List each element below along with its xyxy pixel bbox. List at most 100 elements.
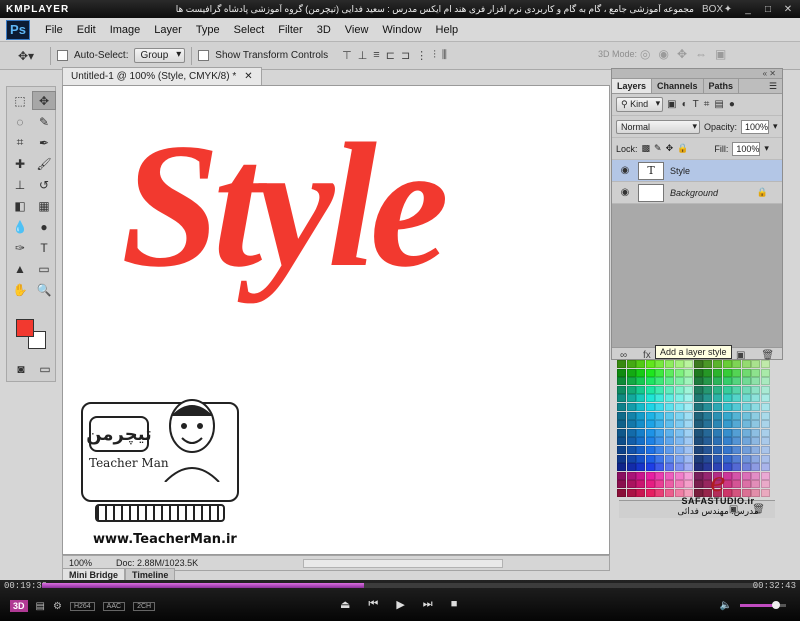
- color-swatch[interactable]: [674, 437, 684, 446]
- color-swatch[interactable]: [693, 368, 703, 377]
- color-swatch[interactable]: [693, 454, 703, 463]
- fill-input[interactable]: 100%: [732, 141, 761, 156]
- layer-row-style[interactable]: ◉ T Style: [612, 160, 782, 182]
- color-swatch[interactable]: [636, 428, 646, 437]
- color-swatch[interactable]: [703, 377, 713, 386]
- color-swatch[interactable]: [617, 368, 626, 377]
- color-swatch[interactable]: [761, 385, 770, 394]
- color-swatch[interactable]: [761, 420, 770, 429]
- color-swatch[interactable]: [732, 437, 742, 446]
- menu-help[interactable]: Help: [429, 24, 466, 36]
- document-tab[interactable]: Untitled-1 @ 100% (Style, CMYK/8) * ✕: [62, 67, 262, 85]
- auto-select-dropdown[interactable]: Group: [134, 48, 186, 63]
- color-swatch[interactable]: [655, 368, 665, 377]
- align-bottom-icon[interactable]: ≡: [373, 49, 379, 62]
- filter-smart-icon[interactable]: ▤: [714, 99, 723, 110]
- show-transform-checkbox[interactable]: [198, 50, 210, 61]
- color-swatch[interactable]: [665, 428, 674, 437]
- color-swatch[interactable]: [722, 403, 732, 411]
- color-swatch[interactable]: [732, 385, 742, 394]
- color-swatch[interactable]: [722, 411, 732, 420]
- brush-tool-icon[interactable]: 🖌: [32, 154, 56, 173]
- 3d-button[interactable]: 3D: [10, 600, 28, 612]
- path-select-tool-icon[interactable]: ▲: [8, 259, 32, 278]
- color-swatch[interactable]: [645, 385, 655, 394]
- color-swatch[interactable]: [674, 446, 684, 454]
- distribute-h-icon[interactable]: ⫼: [442, 49, 447, 62]
- color-swatch[interactable]: [636, 420, 646, 429]
- color-swatch[interactable]: [722, 437, 732, 446]
- menu-edit[interactable]: Edit: [70, 24, 103, 36]
- color-swatch[interactable]: [751, 368, 761, 377]
- hand-tool-icon[interactable]: ✋: [8, 280, 32, 299]
- filter-toggle-icon[interactable]: ●: [729, 99, 735, 110]
- color-swatch[interactable]: [674, 385, 684, 394]
- close-document-icon[interactable]: ✕: [244, 71, 252, 82]
- color-swatch[interactable]: [722, 454, 732, 463]
- color-swatch[interactable]: [655, 377, 665, 386]
- color-swatch[interactable]: [636, 437, 646, 446]
- color-swatch[interactable]: [636, 454, 646, 463]
- color-swatch[interactable]: [713, 411, 722, 420]
- color-swatch[interactable]: [732, 446, 742, 454]
- zoom-tool-icon[interactable]: 🔍: [32, 280, 56, 299]
- menu-layer[interactable]: Layer: [147, 24, 189, 36]
- color-swatch[interactable]: [722, 428, 732, 437]
- color-swatch[interactable]: [626, 377, 636, 386]
- color-swatch[interactable]: [741, 411, 751, 420]
- menu-select[interactable]: Select: [227, 24, 272, 36]
- stamp-tool-icon[interactable]: ⊥: [8, 175, 32, 194]
- crop-tool-icon[interactable]: ⌗: [8, 133, 32, 152]
- color-swatch[interactable]: [703, 437, 713, 446]
- minimize-icon[interactable]: _: [742, 4, 754, 15]
- color-swatch[interactable]: [741, 428, 751, 437]
- opacity-chevron-down-icon[interactable]: ▾: [773, 121, 778, 132]
- color-swatch[interactable]: [751, 411, 761, 420]
- tab-channels[interactable]: Channels: [652, 79, 704, 93]
- color-swatch[interactable]: [741, 420, 751, 429]
- quick-select-tool-icon[interactable]: ✎: [32, 112, 56, 131]
- color-swatch[interactable]: [626, 471, 636, 480]
- color-swatch[interactable]: [732, 428, 742, 437]
- color-swatch[interactable]: [665, 385, 674, 394]
- color-swatch[interactable]: [684, 403, 694, 411]
- color-swatch[interactable]: [655, 411, 665, 420]
- color-swatch[interactable]: [626, 428, 636, 437]
- color-swatch[interactable]: [655, 480, 665, 489]
- filter-pixel-icon[interactable]: ▣: [667, 99, 676, 110]
- color-swatch[interactable]: [626, 454, 636, 463]
- color-swatch[interactable]: [636, 411, 646, 420]
- color-swatch[interactable]: [645, 368, 655, 377]
- lasso-tool-icon[interactable]: ◌: [8, 112, 32, 131]
- color-swatch[interactable]: [713, 394, 722, 403]
- color-swatch[interactable]: [645, 480, 655, 489]
- doc-info[interactable]: Doc: 2.88M/1023.5K: [116, 558, 198, 568]
- fill-chevron-down-icon[interactable]: ▾: [764, 143, 769, 154]
- color-swatch[interactable]: [655, 360, 665, 368]
- color-swatch[interactable]: [626, 394, 636, 403]
- speaker-icon[interactable]: 🔈: [720, 600, 732, 611]
- color-swatch[interactable]: [626, 480, 636, 489]
- color-swatch[interactable]: [684, 368, 694, 377]
- color-swatch[interactable]: [617, 360, 626, 368]
- color-swatch[interactable]: [665, 411, 674, 420]
- color-swatch[interactable]: [751, 394, 761, 403]
- tab-mini-bridge[interactable]: Mini Bridge: [62, 568, 125, 580]
- color-swatch[interactable]: [626, 368, 636, 377]
- color-swatch[interactable]: [636, 446, 646, 454]
- color-swatch[interactable]: [713, 385, 722, 394]
- color-swatch[interactable]: [703, 368, 713, 377]
- color-swatch[interactable]: [751, 446, 761, 454]
- color-swatch[interactable]: [713, 360, 722, 368]
- color-swatch[interactable]: [645, 437, 655, 446]
- color-swatch[interactable]: [693, 403, 703, 411]
- color-swatch[interactable]: [703, 420, 713, 429]
- color-swatch[interactable]: [761, 428, 770, 437]
- color-swatch[interactable]: [645, 471, 655, 480]
- color-swatch[interactable]: [636, 480, 646, 489]
- stop-icon[interactable]: ■: [451, 598, 458, 611]
- color-swatch[interactable]: [617, 463, 626, 472]
- color-swatch[interactable]: [732, 377, 742, 386]
- color-swatch[interactable]: [655, 489, 665, 497]
- color-swatch[interactable]: [645, 403, 655, 411]
